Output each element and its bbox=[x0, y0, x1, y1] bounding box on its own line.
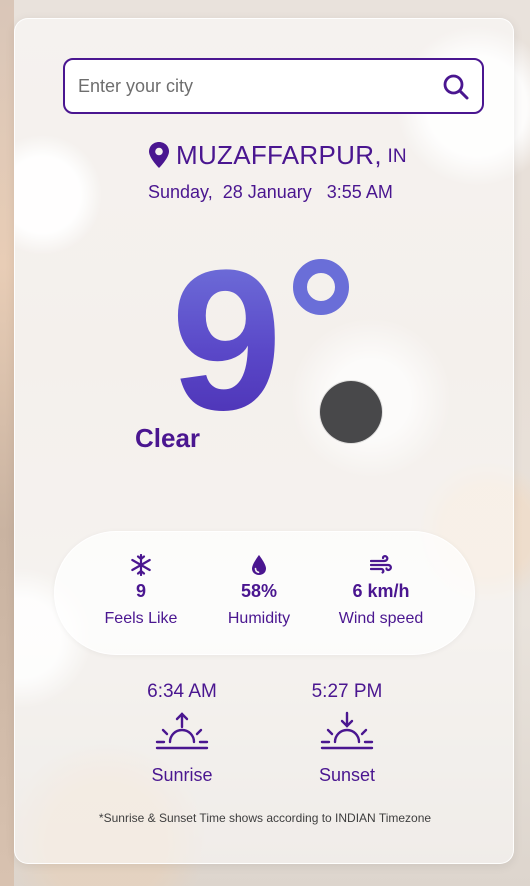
weather-card: MUZAFFARPUR , IN Sunday, 28 January 3:55… bbox=[14, 18, 514, 864]
weather-condition-icon bbox=[320, 381, 382, 443]
sunset-label: Sunset bbox=[318, 765, 376, 785]
weather-condition: Clear bbox=[135, 423, 201, 453]
map-pin-icon bbox=[149, 142, 169, 168]
stat-wind-speed: 6 km/h Wind speed bbox=[316, 554, 446, 628]
sunrise-label: Sunrise bbox=[151, 765, 213, 785]
search-bar bbox=[63, 58, 484, 114]
city-search-input[interactable] bbox=[65, 60, 425, 112]
feels-like-value: 9 bbox=[135, 581, 146, 601]
location-heading: MUZAFFARPUR , IN bbox=[148, 139, 407, 171]
sunrise-block: 6:34 AM Sunrise bbox=[112, 681, 252, 786]
date-time: Sunday, 28 January 3:55 AM bbox=[148, 182, 393, 202]
feels-like-label: Feels Like bbox=[104, 610, 178, 627]
humidity-label: Humidity bbox=[227, 610, 291, 627]
stat-humidity: 58% Humidity bbox=[194, 554, 324, 628]
sunset-block: 5:27 PM Sunset bbox=[277, 681, 417, 786]
sunrise-time: 6:34 AM bbox=[147, 681, 217, 702]
country-code: IN bbox=[387, 146, 407, 167]
sunrise-icon bbox=[155, 712, 209, 750]
sunset-time: 5:27 PM bbox=[311, 681, 383, 702]
snowflake-icon bbox=[131, 554, 151, 576]
humidity-value: 58% bbox=[240, 581, 278, 601]
search-icon[interactable] bbox=[442, 73, 470, 101]
sunset-icon bbox=[320, 711, 374, 750]
timezone-note: *Sunrise & Sunset Time shows according t… bbox=[98, 811, 432, 825]
location-separator: , bbox=[374, 139, 382, 170]
wind-icon bbox=[370, 555, 392, 574]
wind-speed-value: 6 km/h bbox=[352, 581, 410, 601]
water-drop-icon bbox=[252, 555, 266, 575]
degree-symbol bbox=[293, 259, 349, 315]
stat-feels-like: 9 Feels Like bbox=[76, 554, 206, 628]
city-name: MUZAFFARPUR bbox=[176, 139, 375, 170]
wind-speed-label: Wind speed bbox=[338, 610, 424, 627]
weather-stats-panel: 9 Feels Like 58% Humidity 6 km/h Wind sp… bbox=[54, 531, 475, 655]
